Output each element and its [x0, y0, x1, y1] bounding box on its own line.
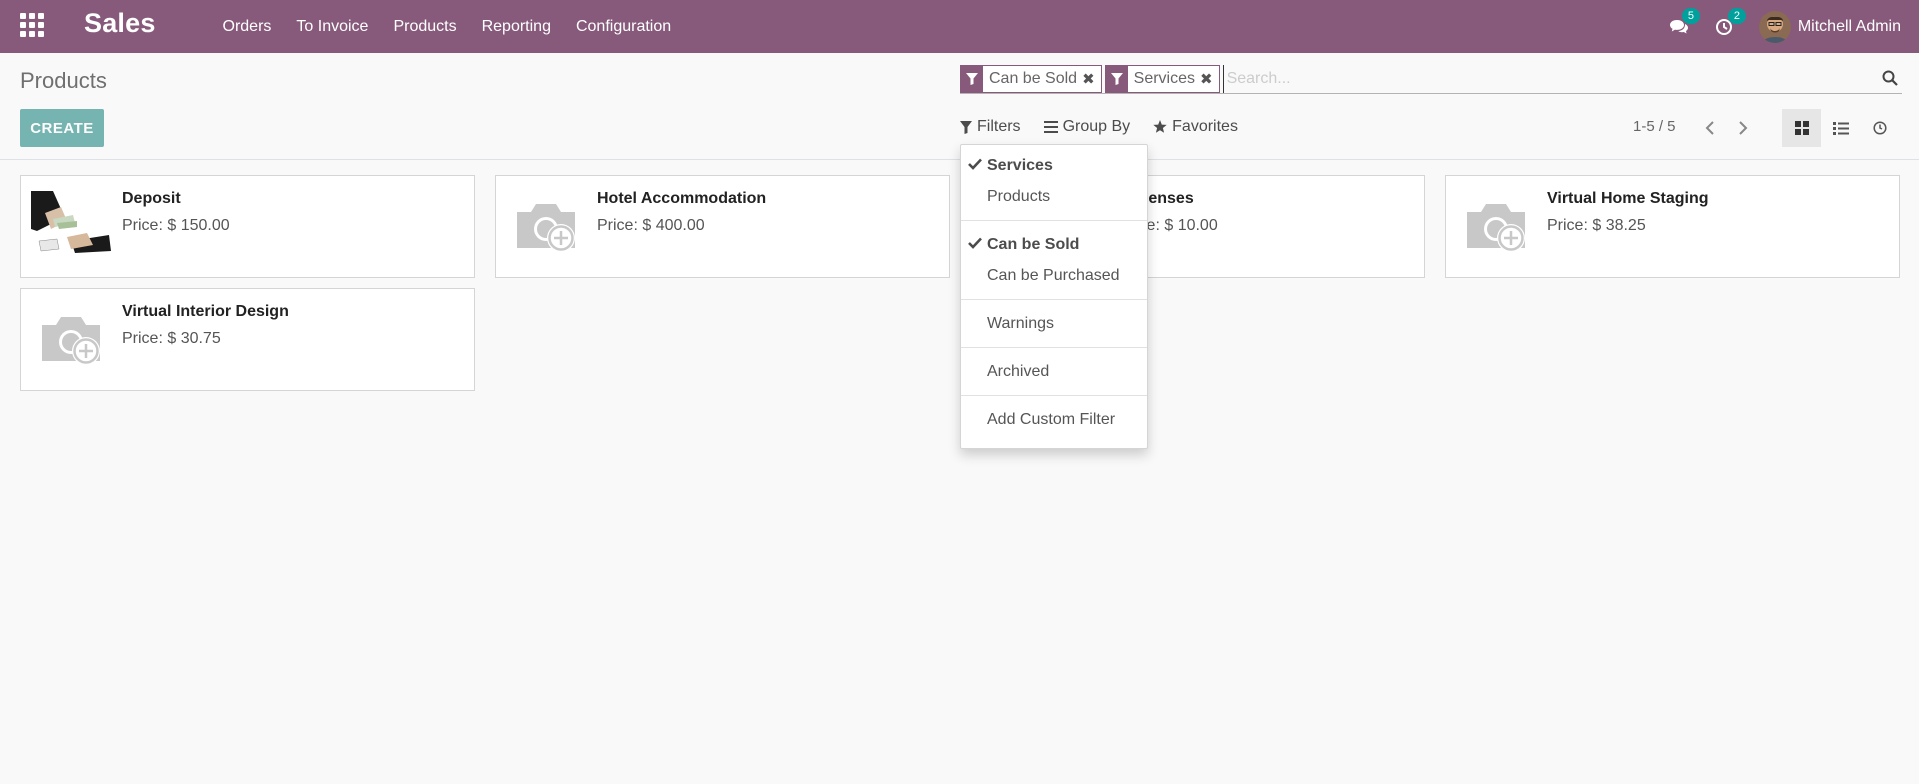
user-name: Mitchell Admin — [1797, 17, 1901, 35]
filter-products[interactable]: Products — [961, 181, 1147, 212]
user-menu[interactable]: Mitchell Admin — [1758, 10, 1901, 43]
camera-placeholder-icon — [31, 303, 111, 375]
favorites-label: Favorites — [1172, 118, 1238, 135]
messaging-menu[interactable]: 5 — [1669, 7, 1700, 36]
camera-placeholder-icon — [506, 190, 586, 262]
facet-label: Can be Sold — [989, 69, 1078, 87]
kanban-card[interactable]: Deposit Price: $ 150.00 — [20, 175, 475, 278]
kanban-view-button[interactable] — [1782, 109, 1821, 147]
dropdown-divider — [961, 220, 1147, 221]
facet-remove-icon[interactable]: ✖ — [1200, 70, 1219, 88]
kanban-icon — [1794, 121, 1809, 135]
search-input[interactable] — [1222, 64, 1902, 93]
breadcrumb: Products — [20, 68, 107, 93]
search-icon[interactable] — [1882, 70, 1898, 91]
filters-label: Filters — [977, 118, 1021, 135]
menu-item-reporting[interactable]: Reporting — [469, 18, 563, 36]
search-facet-services: Services ✖ — [1104, 64, 1220, 93]
activities-count-badge: 2 — [1727, 7, 1746, 24]
product-price: Price: $ 38.25 — [1547, 217, 1646, 234]
filter-label: Can be Sold — [987, 235, 1080, 253]
pager-previous-button[interactable] — [1700, 116, 1720, 140]
pager-value[interactable]: 1-5 / 5 — [1633, 118, 1676, 135]
camera-placeholder-icon — [1456, 190, 1536, 262]
product-price: Price: $ 400.00 — [597, 217, 705, 234]
search-bar: Can be Sold ✖ Services ✖ — [960, 64, 1902, 94]
product-name: Deposit — [122, 190, 181, 207]
kanban-card[interactable]: Virtual Interior Design Price: $ 30.75 — [20, 288, 475, 391]
filter-label: Archived — [987, 362, 1050, 380]
dropdown-divider — [961, 299, 1147, 300]
filter-icon — [1105, 65, 1128, 92]
dropdown-divider — [961, 395, 1147, 396]
chevron-left-icon — [1705, 121, 1714, 135]
clock-icon — [1872, 121, 1887, 135]
group-by-label: Group By — [1062, 118, 1131, 135]
check-icon — [968, 237, 982, 249]
bars-icon — [1043, 121, 1058, 133]
menu-item-configuration[interactable]: Configuration — [563, 18, 683, 36]
avatar — [1758, 10, 1791, 43]
filter-services[interactable]: Services — [961, 150, 1147, 181]
filter-label: Can be Purchased — [987, 266, 1120, 284]
filters-toggle[interactable]: Filters — [960, 118, 1021, 136]
list-view-button[interactable] — [1821, 109, 1860, 147]
main-menu: Orders To Invoice Products Reporting Con… — [210, 0, 684, 53]
top-navbar: Sales Orders To Invoice Products Reporti… — [0, 0, 1919, 53]
filter-can-be-sold[interactable]: Can be Sold — [961, 229, 1147, 260]
filter-icon — [960, 120, 972, 134]
check-icon — [968, 158, 982, 170]
create-button[interactable]: CREATE — [20, 109, 104, 147]
pager-next-button[interactable] — [1733, 116, 1753, 140]
menu-item-to-invoice[interactable]: To Invoice — [284, 18, 381, 36]
activity-menu[interactable]: 2 — [1715, 7, 1746, 36]
filter-can-be-purchased[interactable]: Can be Purchased — [961, 260, 1147, 291]
product-name: Virtual Home Staging — [1547, 190, 1709, 207]
filter-label: Products — [987, 187, 1051, 205]
star-icon — [1153, 120, 1167, 133]
list-icon — [1832, 121, 1849, 135]
add-custom-filter[interactable]: Add Custom Filter — [961, 404, 1147, 435]
filter-label: Add Custom Filter — [987, 410, 1116, 428]
search-facet-can-be-sold: Can be Sold ✖ — [960, 64, 1102, 93]
view-switcher — [1782, 109, 1899, 147]
search-options: Filters Group By Favorites — [960, 118, 1261, 136]
facet-remove-icon[interactable]: ✖ — [1082, 70, 1101, 88]
product-price: Price: $ 30.75 — [122, 330, 221, 347]
product-name: Hotel Accommodation — [597, 190, 767, 207]
favorites-toggle[interactable]: Favorites — [1153, 118, 1238, 136]
dropdown-divider — [961, 347, 1147, 348]
activity-view-button[interactable] — [1860, 109, 1899, 147]
filter-label: Services — [987, 156, 1053, 174]
apps-menu-icon[interactable] — [20, 13, 44, 37]
product-price: Price: $ 150.00 — [122, 217, 230, 234]
facet-label: Services — [1133, 69, 1195, 87]
product-name: Virtual Interior Design — [122, 303, 289, 320]
filter-label: Warnings — [987, 314, 1054, 332]
filter-warnings[interactable]: Warnings — [961, 308, 1147, 339]
chevron-right-icon — [1739, 121, 1748, 135]
messages-count-badge: 5 — [1681, 7, 1700, 24]
group-by-toggle[interactable]: Group By — [1043, 118, 1131, 136]
menu-item-orders[interactable]: Orders — [210, 18, 284, 36]
kanban-card[interactable]: Virtual Home Staging Price: $ 38.25 — [1445, 175, 1900, 278]
filter-icon — [961, 65, 983, 92]
kanban-card[interactable]: Hotel Accommodation Price: $ 400.00 — [495, 175, 950, 278]
filter-archived[interactable]: Archived — [961, 356, 1147, 387]
filters-dropdown: Services Products Can be Sold Can be Pur… — [960, 144, 1148, 449]
product-image — [31, 190, 111, 262]
app-brand[interactable]: Sales — [84, 8, 156, 39]
systray: 5 2 Mitchell Admin — [1669, 0, 1919, 53]
menu-item-products[interactable]: Products — [381, 18, 469, 36]
